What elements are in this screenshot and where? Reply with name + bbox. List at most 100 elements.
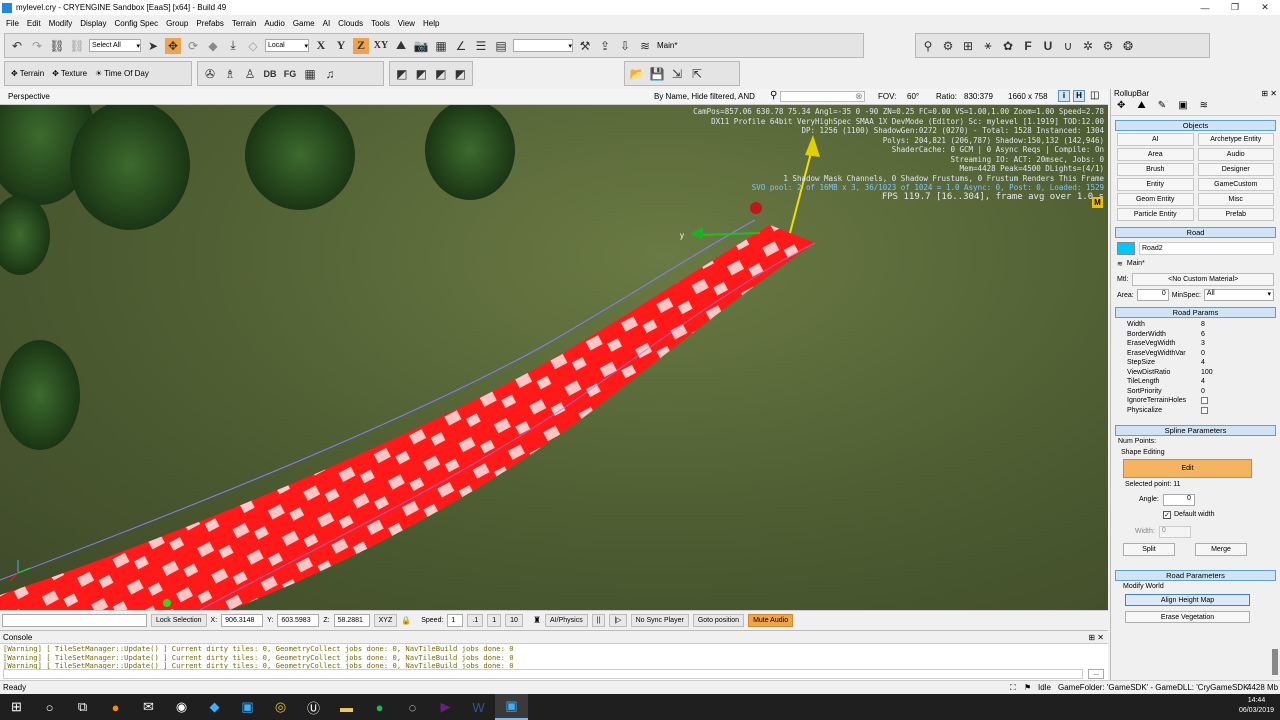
menu-audio[interactable]: Audio	[264, 19, 284, 28]
unlink-icon[interactable]: ⛓	[69, 38, 85, 54]
minimize-button[interactable]: —	[1190, 0, 1220, 15]
coord-system-dropdown[interactable]: Local ▾	[265, 39, 309, 52]
visual-studio-icon[interactable]: ▶	[429, 694, 462, 720]
bone-tool-icon[interactable]: ✿	[1000, 38, 1016, 54]
no-sync-player-button[interactable]: No Sync Player	[630, 613, 689, 627]
axis-xy-button[interactable]: XY	[373, 38, 389, 54]
transform-1-icon[interactable]: ◩	[394, 66, 410, 82]
object-particle-entity-button[interactable]: Particle Entity	[1117, 208, 1194, 221]
object-prefab-button[interactable]: Prefab	[1197, 208, 1274, 221]
layers-icon[interactable]: ≋	[637, 38, 653, 54]
speed-10-button[interactable]: 10	[505, 613, 523, 627]
restore-button[interactable]: ❐	[1220, 0, 1250, 15]
database-view-button[interactable]: DB	[262, 66, 278, 82]
param-row[interactable]: TileLength 4	[1111, 377, 1280, 387]
select-filter-dropdown[interactable]: Select All ▾	[89, 39, 141, 52]
texture-button[interactable]: ✥ Texture	[50, 69, 89, 78]
steam-icon[interactable]: ◉	[165, 694, 198, 720]
rollup-close-icon[interactable]: ⊞ ✕	[1261, 89, 1277, 100]
ui-editor-icon[interactable]: U	[1040, 38, 1056, 54]
object-ai-button[interactable]: AI	[1117, 133, 1194, 146]
import-level-icon[interactable]: ⇱	[689, 66, 705, 82]
flowgraph-icon[interactable]: F	[1020, 38, 1036, 54]
edit-shape-button[interactable]: Edit	[1123, 459, 1252, 478]
ignore-terrain-holes-checkbox[interactable]	[1201, 397, 1208, 405]
close-button[interactable]: ✕	[1250, 0, 1280, 15]
console-input[interactable]	[3, 669, 1083, 679]
menu-ai[interactable]: AI	[323, 19, 331, 28]
param-row[interactable]: EraseVegWidth 3	[1111, 339, 1280, 349]
object-archetype-entity-button[interactable]: Archetype Entity	[1197, 133, 1274, 146]
layer-search-dropdown[interactable]: ▾	[513, 39, 573, 52]
resolution-value[interactable]: 1660 x 758	[1008, 92, 1048, 101]
hide-helpers-button[interactable]: H	[1073, 90, 1085, 102]
preferences-icon[interactable]: ⚙	[1100, 38, 1116, 54]
music-icon[interactable]: ♫	[322, 66, 338, 82]
import-icon[interactable]: ⇩	[617, 38, 633, 54]
object-misc-button[interactable]: Misc	[1197, 193, 1274, 206]
terrain-button[interactable]: ✥ Terrain	[9, 69, 46, 78]
object-gamecustom-button[interactable]: GameCustom	[1197, 178, 1274, 191]
status-input[interactable]	[2, 613, 147, 627]
menu-group[interactable]: Group	[166, 19, 188, 28]
param-row[interactable]: Physicalize	[1111, 406, 1280, 416]
menu-edit[interactable]: Edit	[27, 19, 41, 28]
physicalize-checkbox[interactable]	[1201, 406, 1208, 414]
cryengine-icon[interactable]: ▣	[231, 694, 264, 720]
menu-terrain[interactable]: Terrain	[232, 19, 256, 28]
angle-input[interactable]: 0	[1162, 493, 1195, 506]
console-output[interactable]: [Warning] [ TileSetManager::Update() ] C…	[0, 644, 1108, 672]
terrain-tab-icon[interactable]: ⛰	[1137, 100, 1145, 115]
unity-icon[interactable]: ◌	[396, 694, 429, 720]
maximize-viewport-icon[interactable]: ◫	[1090, 90, 1099, 101]
param-row[interactable]: EraseVegWidthVar 0	[1111, 349, 1280, 359]
flowgraph-button[interactable]: FG	[282, 66, 298, 82]
time-of-day-button[interactable]: ☀ Time Of Day	[93, 69, 151, 78]
file-explorer-icon[interactable]: ▬	[330, 694, 363, 720]
spotify-icon[interactable]: ●	[363, 694, 396, 720]
align-icon[interactable]: ☰	[473, 38, 489, 54]
settings-icon[interactable]: ✲	[1080, 38, 1096, 54]
menu-modify[interactable]: Modify	[49, 19, 73, 28]
default-width-checkbox[interactable]: ✓	[1163, 510, 1171, 519]
transform-4-icon[interactable]: ◩	[453, 66, 469, 82]
transform-2-icon[interactable]: ◩	[414, 66, 430, 82]
param-row[interactable]: SortPriority 0	[1111, 387, 1280, 397]
axis-y-button[interactable]: Y	[333, 38, 349, 54]
material-editor-icon[interactable]: ✇	[202, 66, 218, 82]
clear-search-icon[interactable]: ⊗	[855, 91, 863, 102]
object-area-button[interactable]: Area	[1117, 148, 1194, 161]
rotate-icon[interactable]: ⟳	[185, 38, 201, 54]
menu-view[interactable]: View	[398, 19, 415, 28]
magnet-icon[interactable]: ∪	[1060, 38, 1076, 54]
align-height-map-button[interactable]: Align Height Map	[1125, 594, 1250, 606]
chrome-icon[interactable]: ◎	[264, 694, 297, 720]
ratio-value[interactable]: 830:379	[964, 92, 993, 101]
database-tool-icon[interactable]: ⊞	[960, 38, 976, 54]
object-brush-button[interactable]: Brush	[1117, 163, 1194, 176]
perspective-viewport[interactable]: y CamPos=857.06 630.78 75.34 Angl=-35 0 …	[0, 105, 1108, 610]
mail-icon[interactable]: ✉	[132, 694, 165, 720]
object-geom-entity-button[interactable]: Geom Entity	[1117, 193, 1194, 206]
display-tab-icon[interactable]: ▣	[1178, 100, 1187, 115]
object-designer-button[interactable]: Designer	[1197, 163, 1274, 176]
entity-tool-icon[interactable]: ⚹	[980, 38, 996, 54]
current-layer-label[interactable]: Main*	[657, 41, 677, 50]
menu-game[interactable]: Game	[293, 19, 315, 28]
character-editor-icon[interactable]: ♗	[222, 66, 238, 82]
list-icon[interactable]: ▤	[493, 38, 509, 54]
info-toggle-button[interactable]: i	[1058, 90, 1070, 102]
param-row[interactable]: Width 8	[1111, 320, 1280, 330]
road-layer-label[interactable]: Main*	[1127, 260, 1145, 267]
link-icon[interactable]: ⛓	[49, 38, 65, 54]
player-icon[interactable]: ♜	[533, 615, 541, 626]
ai-physics-button[interactable]: AI/Physics	[545, 613, 588, 627]
xyz-toggle[interactable]: XYZ	[373, 613, 398, 627]
mannequin-icon[interactable]: ♙	[242, 66, 258, 82]
fov-value[interactable]: 60°	[907, 92, 919, 101]
open-folder-icon[interactable]: 📂	[629, 66, 645, 82]
menu-clouds[interactable]: Clouds	[338, 19, 363, 28]
erase-vegetation-button[interactable]: Erase Vegetation	[1125, 611, 1250, 623]
speed-1-button[interactable]: 1	[487, 613, 502, 627]
undo-icon[interactable]: ↶	[9, 38, 25, 54]
